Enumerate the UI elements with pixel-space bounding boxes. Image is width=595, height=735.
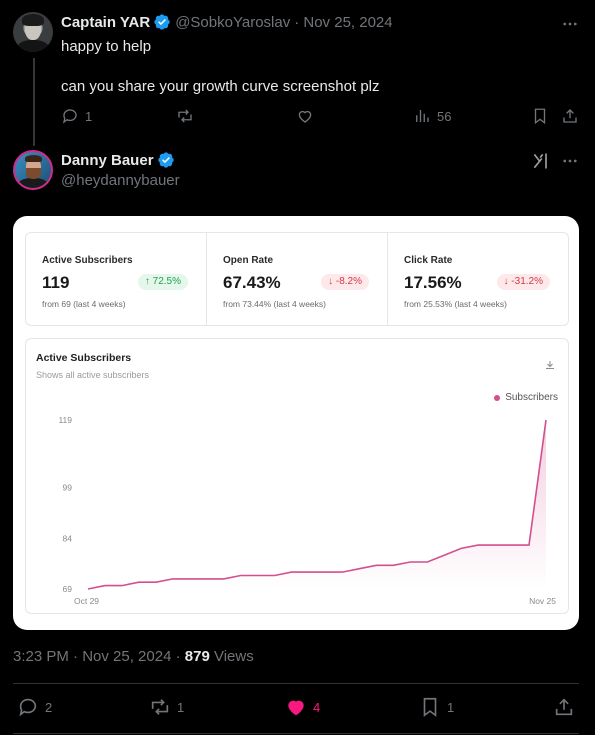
download-icon[interactable]: [544, 359, 556, 371]
stat-label: Open Rate: [223, 255, 274, 266]
like-button[interactable]: 4: [285, 696, 320, 718]
views-icon: [416, 110, 429, 122]
chart-title: Active Subscribers: [36, 352, 132, 364]
more-icon[interactable]: [561, 152, 579, 170]
share-icon: [555, 698, 573, 716]
verified-icon: [157, 152, 174, 168]
author-avatar[interactable]: [13, 150, 53, 190]
y-tick-label: 119: [58, 415, 72, 425]
y-tick-label: 84: [63, 533, 73, 543]
reply-text: happy to help can you share your growth …: [61, 37, 380, 97]
retweet-button[interactable]: [176, 107, 194, 125]
bookmark-button[interactable]: [531, 107, 549, 125]
reply-tweet[interactable]: Captain YAR @SobkoYaroslav · Nov 25, 202…: [0, 0, 595, 146]
tweet-actions: 2 1 4 1: [13, 694, 579, 720]
stat-change-badge: ↓ -31.2%: [496, 274, 550, 290]
chart-subtitle: Shows all active subscribers: [36, 370, 150, 380]
like-button[interactable]: [296, 107, 314, 125]
share-button[interactable]: [561, 107, 579, 125]
retweet-icon: [178, 109, 192, 123]
stat-change-badge: ↑ 72.5%: [137, 274, 188, 290]
attached-image[interactable]: Active Subscribers 119 ↑ 72.5% from 69 (…: [13, 216, 579, 630]
bookmark-icon: [534, 108, 546, 125]
reply-author-handle[interactable]: @SobkoYaroslav: [175, 14, 290, 31]
stat-subtext: from 73.44% (last 4 weeks): [223, 299, 326, 309]
reply-icon: [62, 109, 77, 124]
stat-label: Click Rate: [404, 255, 453, 266]
reply-author-avatar[interactable]: [13, 12, 53, 52]
thread-line: [33, 58, 35, 146]
reply-count: 2: [45, 699, 53, 715]
stat-open-rate: Open Rate 67.43% ↓ -8.2% from 73.44% (la…: [207, 233, 388, 325]
divider: [13, 733, 579, 734]
series-area-subscribers: [88, 420, 546, 589]
reply-author-name[interactable]: Captain YAR: [61, 14, 150, 31]
reply-actions: 1 56: [61, 106, 581, 128]
stat-change-badge: ↓ -8.2%: [321, 274, 369, 290]
author-handle[interactable]: @heydannybauer: [61, 172, 180, 189]
heart-filled-icon: [288, 700, 304, 716]
reply-button[interactable]: 1: [61, 107, 92, 125]
main-tweet-header: Danny Bauer @heydannybauer: [0, 140, 595, 200]
more-icon[interactable]: [561, 15, 579, 33]
author-name[interactable]: Danny Bauer: [61, 152, 154, 169]
tweet-timestamp[interactable]: 3:23 PM · Nov 25, 2024 ·: [13, 648, 185, 665]
reply-icon: [19, 698, 37, 717]
stat-value: 17.56%: [404, 273, 462, 292]
subscribers-chart: 69 84 99 119 Oct 29 Nov 25: [58, 415, 556, 606]
like-count: 4: [313, 699, 321, 715]
subscribers-chart-card: 69 84 99 119 Oct 29 Nov 25 Active Subscribers…: [25, 338, 569, 614]
reply-button[interactable]: 2: [17, 696, 52, 718]
bookmark-count: 1: [447, 699, 455, 715]
like-icon: [298, 110, 312, 123]
retweet-count: 1: [177, 699, 185, 715]
stat-label: Active Subscribers: [42, 255, 133, 266]
share-button[interactable]: [553, 696, 575, 718]
stat-value: 119: [42, 273, 70, 292]
grok-icon[interactable]: [531, 151, 551, 171]
legend-dot: [494, 394, 501, 401]
reply-header: Captain YAR @SobkoYaroslav · Nov 25, 202…: [61, 13, 393, 31]
retweet-icon: [151, 699, 169, 715]
stat-subtext: from 25.53% (last 4 weeks): [404, 299, 507, 309]
x-tick-label: Nov 25: [529, 596, 556, 606]
stat-subtext: from 69 (last 4 weeks): [42, 299, 126, 309]
y-tick-label: 99: [63, 483, 73, 493]
reply-date[interactable]: · Nov 25, 2024: [294, 14, 392, 31]
tweet-meta: 3:23 PM · Nov 25, 2024 · 879 Views: [13, 648, 254, 665]
retweet-button[interactable]: 1: [149, 696, 184, 718]
bookmark-icon: [423, 697, 437, 717]
bookmark-button[interactable]: 1: [419, 696, 454, 718]
tweet-views-count: 879: [184, 648, 210, 665]
verified-icon: [154, 14, 170, 30]
legend-label: Subscribers: [505, 392, 558, 403]
stat-click-rate: Click Rate 17.56% ↓ -31.2% from 25.53% (…: [388, 233, 568, 325]
x-tick-label: Oct 29: [74, 596, 99, 606]
divider: [13, 683, 579, 684]
chart-legend: Subscribers: [494, 392, 558, 403]
reply-text-line: happy to help: [61, 38, 152, 55]
author-name-row: Danny Bauer: [61, 151, 175, 169]
reply-count: 1: [85, 108, 93, 124]
views-count: 56: [437, 108, 452, 124]
stats-row: Active Subscribers 119 ↑ 72.5% from 69 (…: [25, 232, 569, 326]
stat-value: 67.43%: [223, 273, 281, 292]
share-icon: [563, 109, 577, 123]
y-tick-label: 69: [63, 584, 73, 594]
stat-active-subscribers: Active Subscribers 119 ↑ 72.5% from 69 (…: [26, 233, 207, 325]
tweet-views-label: Views: [209, 648, 254, 665]
views-button[interactable]: 56: [413, 107, 451, 125]
reply-text-line: can you share your growth curve screensh…: [61, 78, 380, 95]
